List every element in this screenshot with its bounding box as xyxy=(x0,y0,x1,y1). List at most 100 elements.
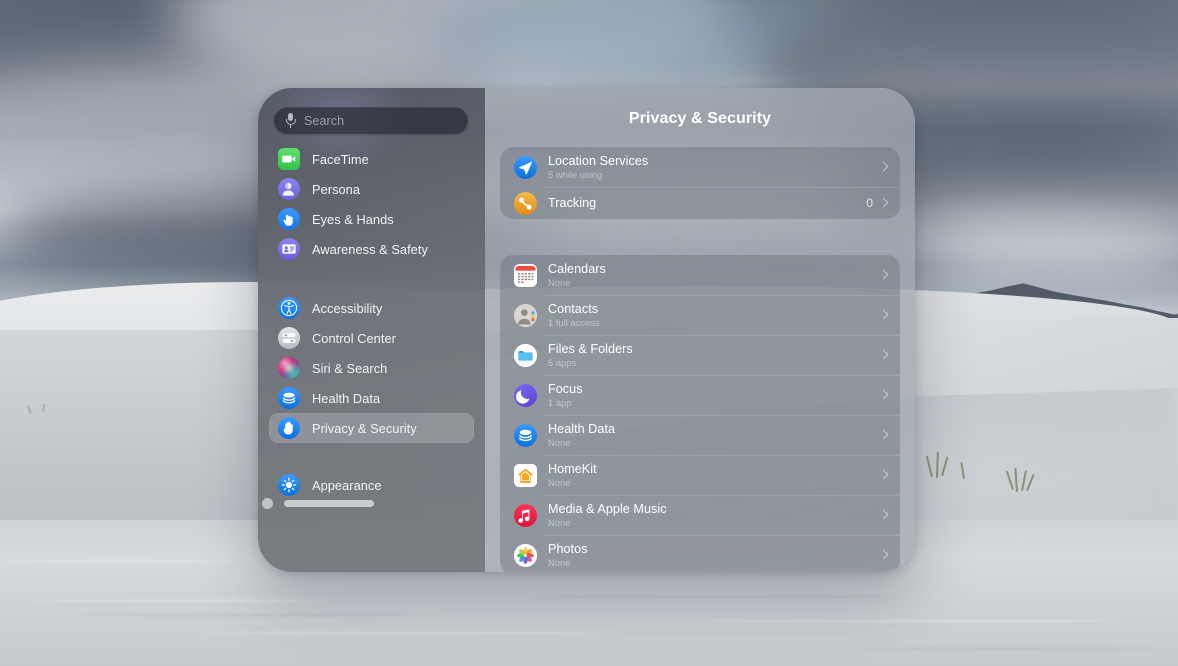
chevron-right-icon xyxy=(880,197,887,209)
row-detail: None xyxy=(548,476,571,488)
row-focus[interactable]: Focus 1 app xyxy=(500,375,900,415)
cloud xyxy=(930,245,1178,271)
sidebar-item-persona[interactable]: Persona xyxy=(269,174,474,204)
calendar-icon xyxy=(514,263,537,287)
settings-group-location: Location Services 5 while using Tracking… xyxy=(500,147,900,219)
sand-ripple xyxy=(80,614,440,616)
sidebar-item-privacy-and-security[interactable]: Privacy & Security xyxy=(269,413,474,443)
sidebar-item-label: Accessibility xyxy=(312,300,383,316)
eyes-and-hands-icon xyxy=(278,208,300,230)
microphone-icon[interactable] xyxy=(285,113,296,128)
row-label: Calendars xyxy=(548,261,606,276)
focus-icon xyxy=(514,383,537,407)
appearance-icon xyxy=(278,474,300,496)
chevron-right-icon xyxy=(880,349,887,361)
page-title: Privacy & Security xyxy=(628,110,772,127)
row-text: Files & Folders 5 apps xyxy=(548,342,880,369)
row-detail: 1 full access xyxy=(548,316,600,328)
row-photos[interactable]: Photos None xyxy=(500,535,900,572)
sidebar-item-eyes-and-hands[interactable]: Eyes & Hands xyxy=(269,204,474,234)
window-resize-handle[interactable] xyxy=(284,500,374,507)
row-text: Health Data None xyxy=(548,422,880,449)
contacts-icon xyxy=(514,303,537,327)
row-label: Focus xyxy=(548,381,583,396)
row-label: Tracking xyxy=(548,196,597,210)
sand-ripple xyxy=(200,632,620,634)
sidebar-group-divider xyxy=(258,264,485,293)
row-value: 0 xyxy=(866,196,873,210)
row-text: Tracking xyxy=(548,196,866,210)
row-detail: None xyxy=(548,556,571,568)
row-calendars[interactable]: Calendars None xyxy=(500,255,900,295)
sidebar-item-label: Eyes & Hands xyxy=(312,211,394,227)
control-center-icon xyxy=(278,327,300,349)
row-label: Location Services xyxy=(548,153,649,168)
row-text: Photos None xyxy=(548,542,880,569)
sand-ripple xyxy=(520,596,900,598)
chevron-right-icon xyxy=(880,161,887,173)
media-apple-music-icon xyxy=(514,503,537,527)
sidebar-item-label: Health Data xyxy=(312,390,381,406)
row-files-and-folders[interactable]: Files & Folders 5 apps xyxy=(500,335,900,375)
sand-ripple xyxy=(30,600,330,602)
sidebar-item-label: Privacy & Security xyxy=(312,420,417,436)
sidebar-nav-list: FaceTime Persona Eyes & Hands Awareness … xyxy=(258,144,485,500)
sidebar-item-label: Awareness & Safety xyxy=(312,241,428,257)
row-label: Media & Apple Music xyxy=(548,501,667,516)
sidebar-item-health-data[interactable]: Health Data xyxy=(269,383,474,413)
row-media-and-apple-music[interactable]: Media & Apple Music None xyxy=(500,495,900,535)
row-detail: 5 apps xyxy=(548,356,577,368)
tracking-icon xyxy=(514,191,537,215)
row-detail: 5 while using xyxy=(548,168,603,180)
row-label: Photos xyxy=(548,541,588,556)
chevron-right-icon xyxy=(880,309,887,321)
row-detail: None xyxy=(548,516,571,528)
health-data-icon xyxy=(278,387,300,409)
row-health-data[interactable]: Health Data None xyxy=(500,415,900,455)
window-close-button[interactable] xyxy=(262,498,273,509)
sand-ripple xyxy=(700,620,1120,622)
row-label: Health Data xyxy=(548,421,616,436)
row-homekit[interactable]: HomeKit None xyxy=(500,455,900,495)
accessibility-icon xyxy=(278,297,300,319)
photos-icon xyxy=(514,543,537,567)
row-text: Media & Apple Music None xyxy=(548,502,880,529)
main-content-panel: Privacy & Security Location Services 5 w… xyxy=(485,88,915,572)
chevron-right-icon xyxy=(880,429,887,441)
location-services-icon xyxy=(514,155,537,179)
sidebar-item-label: Control Center xyxy=(312,330,396,346)
sidebar-item-awareness-and-safety[interactable]: Awareness & Safety xyxy=(269,234,474,264)
row-contacts[interactable]: Contacts 1 full access xyxy=(500,295,900,335)
sidebar-item-accessibility[interactable]: Accessibility xyxy=(269,293,474,323)
sidebar-group-divider xyxy=(258,443,485,470)
sidebar-item-label: FaceTime xyxy=(312,151,369,167)
search-placeholder: Search xyxy=(304,113,345,128)
chevron-right-icon xyxy=(880,269,887,281)
row-detail: 1 app xyxy=(548,396,572,408)
sidebar-item-facetime[interactable]: FaceTime xyxy=(269,144,474,174)
privacy-security-icon xyxy=(278,417,300,439)
files-folders-icon xyxy=(514,343,537,367)
homekit-icon xyxy=(514,463,537,487)
chevron-right-icon xyxy=(880,389,887,401)
sidebar-item-label: Siri & Search xyxy=(312,360,388,376)
sidebar-item-control-center[interactable]: Control Center xyxy=(269,323,474,353)
chevron-right-icon xyxy=(880,549,887,561)
sidebar-item-label: Appearance xyxy=(312,477,382,493)
row-text: Calendars None xyxy=(548,262,880,289)
row-label: Files & Folders xyxy=(548,341,633,356)
settings-group-app-permissions: Calendars None Contacts 1 full access Fi… xyxy=(500,255,900,572)
sidebar-item-appearance[interactable]: Appearance xyxy=(269,470,474,500)
sidebar-item-label: Persona xyxy=(312,181,361,197)
row-text: Focus 1 app xyxy=(548,382,880,409)
row-text: Location Services 5 while using xyxy=(548,154,880,181)
row-location-services[interactable]: Location Services 5 while using xyxy=(500,147,900,187)
siri-icon xyxy=(278,357,300,379)
chevron-right-icon xyxy=(880,509,887,521)
search-input[interactable]: Search xyxy=(274,107,468,134)
chevron-right-icon xyxy=(880,469,887,481)
facetime-icon xyxy=(278,148,300,170)
persona-icon xyxy=(278,178,300,200)
row-tracking[interactable]: Tracking 0 xyxy=(500,187,900,219)
sidebar-item-siri-and-search[interactable]: Siri & Search xyxy=(269,353,474,383)
